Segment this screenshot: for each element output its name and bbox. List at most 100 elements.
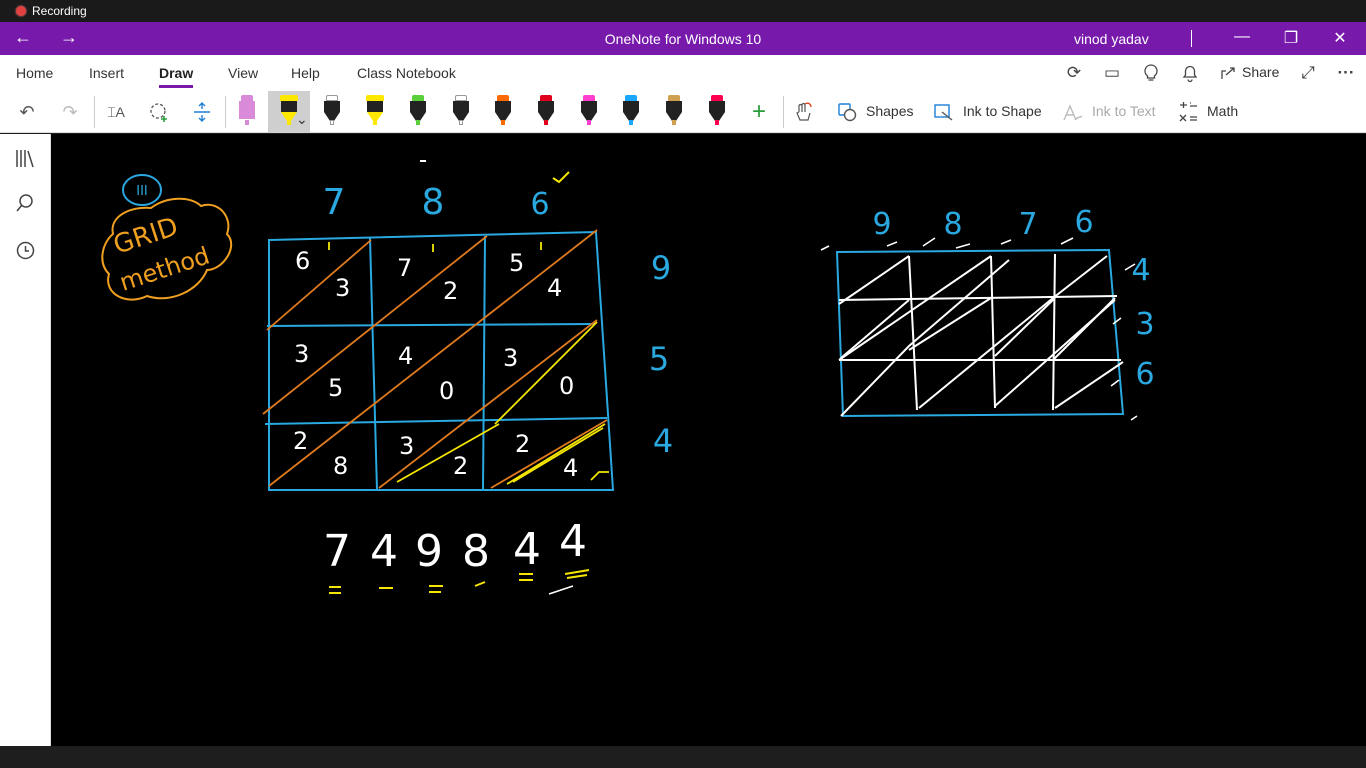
cell-unit: 8 — [333, 452, 348, 480]
window-title: OneNote for Windows 10 — [604, 31, 762, 47]
pink-eraser-icon[interactable] — [236, 95, 258, 129]
pen-ink — [715, 120, 719, 125]
toolbar-separator-3 — [783, 96, 784, 128]
tab-class-notebook[interactable]: Class Notebook — [357, 65, 456, 81]
ink-to-shape-button[interactable]: Ink to Shape — [963, 103, 1042, 119]
white-pen-icon[interactable] — [321, 95, 343, 129]
top-digit: 7 — [323, 182, 346, 223]
tab-draw[interactable]: Draw — [159, 65, 194, 88]
cell-digits: 6 3 7 2 5 4 3 5 4 0 3 0 2 8 3 2 2 4 — [293, 247, 578, 482]
math-button[interactable]: Math — [1207, 103, 1238, 119]
cell-carry: 3 — [503, 344, 518, 372]
answer-digit: 7 — [323, 526, 351, 577]
pen-ink — [672, 120, 676, 125]
top-digit: 6 — [530, 187, 549, 222]
add-space-icon[interactable] — [190, 100, 214, 124]
cell-unit: 0 — [439, 377, 454, 405]
sync-icon[interactable]: ⟳ — [1063, 62, 1085, 84]
toolbar-separator — [94, 96, 95, 128]
record-icon — [16, 6, 26, 16]
pen-ink — [501, 120, 505, 125]
cell-unit: 4 — [547, 274, 562, 302]
cell-carry: 3 — [294, 340, 309, 368]
user-name[interactable]: vinod yadav — [1074, 31, 1149, 47]
bell-icon[interactable] — [1179, 62, 1201, 84]
cell-unit: 2 — [453, 452, 468, 480]
pen-body — [367, 101, 383, 112]
pen-body — [538, 101, 554, 112]
answer-digit: 4 — [513, 524, 541, 575]
chevron-down-icon[interactable]: ⌄ — [296, 111, 308, 128]
tab-help[interactable]: Help — [291, 65, 320, 81]
title-bar: ← → OneNote for Windows 10 vinod yadav —… — [0, 22, 1366, 55]
more-options-icon[interactable]: ··· — [1335, 62, 1357, 84]
tab-view[interactable]: View — [228, 65, 258, 81]
yellow-highlighter-icon[interactable] — [364, 95, 386, 129]
cell-unit: 5 — [328, 374, 343, 402]
right-digit: 9 — [651, 249, 671, 287]
cell-carry: 3 — [399, 432, 414, 460]
share-icon[interactable] — [1218, 62, 1240, 84]
grid2-top-digit: 7 — [1018, 207, 1037, 242]
title-separator — [1191, 30, 1192, 47]
magenta-pen-icon[interactable] — [578, 95, 600, 129]
touch-draw-icon[interactable] — [791, 100, 815, 124]
pen-body — [410, 101, 426, 112]
galaxy-pen-icon[interactable] — [663, 95, 685, 129]
search-icon[interactable] — [13, 191, 38, 216]
crimson-pen-icon[interactable] — [706, 95, 728, 129]
cell-carry: 2 — [293, 427, 308, 455]
ink-to-text-button[interactable]: Ink to Text — [1092, 103, 1156, 119]
lasso-select-icon[interactable] — [147, 100, 171, 124]
cyan-pen-icon[interactable] — [620, 95, 642, 129]
ink-to-text-icon[interactable] — [1061, 100, 1085, 124]
undo-icon[interactable]: ↶ — [16, 100, 38, 124]
close-button[interactable]: ✕ — [1330, 28, 1350, 48]
ink-to-shape-icon[interactable] — [932, 100, 956, 124]
grid-2-top-digits: 9 8 7 6 — [872, 205, 1093, 242]
add-pen-icon[interactable]: + — [747, 100, 771, 124]
navigation-rail — [0, 134, 51, 746]
shapes-icon[interactable] — [836, 100, 860, 124]
pen-body — [324, 101, 340, 112]
cell-carry: 6 — [295, 247, 310, 275]
answer-digit: 9 — [415, 526, 443, 577]
white-pen-2-icon[interactable] — [450, 95, 472, 129]
grid-2-right-digits: 4 3 6 — [1131, 253, 1154, 392]
tab-insert[interactable]: Insert — [89, 65, 124, 81]
shapes-button[interactable]: Shapes — [866, 103, 913, 119]
pen-ink — [629, 120, 633, 125]
notebooks-icon[interactable] — [13, 146, 38, 171]
roman-numeral: III — [136, 184, 148, 199]
lightbulb-icon[interactable] — [1140, 62, 1162, 84]
grid2-top-digit: 6 — [1074, 205, 1093, 240]
answer-digit: 8 — [462, 526, 490, 577]
orange-pen-icon[interactable] — [492, 95, 514, 129]
ribbon-tabs: Home Insert Draw View Help Class Noteboo… — [0, 55, 1366, 91]
redo-icon[interactable]: ↷ — [59, 100, 81, 124]
cell-carry: 7 — [397, 254, 412, 282]
orange-diagonals — [262, 229, 608, 489]
red-pen-icon[interactable] — [535, 95, 557, 129]
pen-ink — [587, 120, 591, 125]
tab-home[interactable]: Home — [16, 65, 53, 81]
pen-ink — [373, 120, 377, 125]
pen-ink — [416, 120, 420, 125]
cell-carry: 5 — [509, 249, 524, 277]
cell-unit: 0 — [559, 372, 574, 400]
minimize-button[interactable]: — — [1232, 28, 1252, 46]
type-select-icon[interactable]: ⌶A — [104, 100, 128, 124]
ink-canvas[interactable]: III GRID method 7 8 6 6 3 7 2 5 4 3 5 4 … — [51, 134, 1366, 746]
green-pen-icon[interactable] — [407, 95, 429, 129]
page-view-icon[interactable]: ▭ — [1101, 62, 1123, 84]
answer-digits: 7 4 9 8 4 4 — [323, 516, 587, 577]
draw-toolbar: ↶ ↷ ⌶A ⌄ + Shapes Ink to Shape Ink to Te… — [0, 91, 1366, 133]
right-digit: 4 — [653, 422, 673, 460]
bottom-strip — [0, 746, 1366, 768]
fullscreen-icon[interactable]: ⤢ — [1297, 62, 1319, 84]
share-button[interactable]: Share — [1242, 64, 1279, 80]
pen-body — [281, 101, 297, 112]
restore-button[interactable]: ❐ — [1281, 28, 1301, 48]
recent-clock-icon[interactable] — [13, 238, 38, 263]
math-icon[interactable] — [1176, 100, 1200, 124]
